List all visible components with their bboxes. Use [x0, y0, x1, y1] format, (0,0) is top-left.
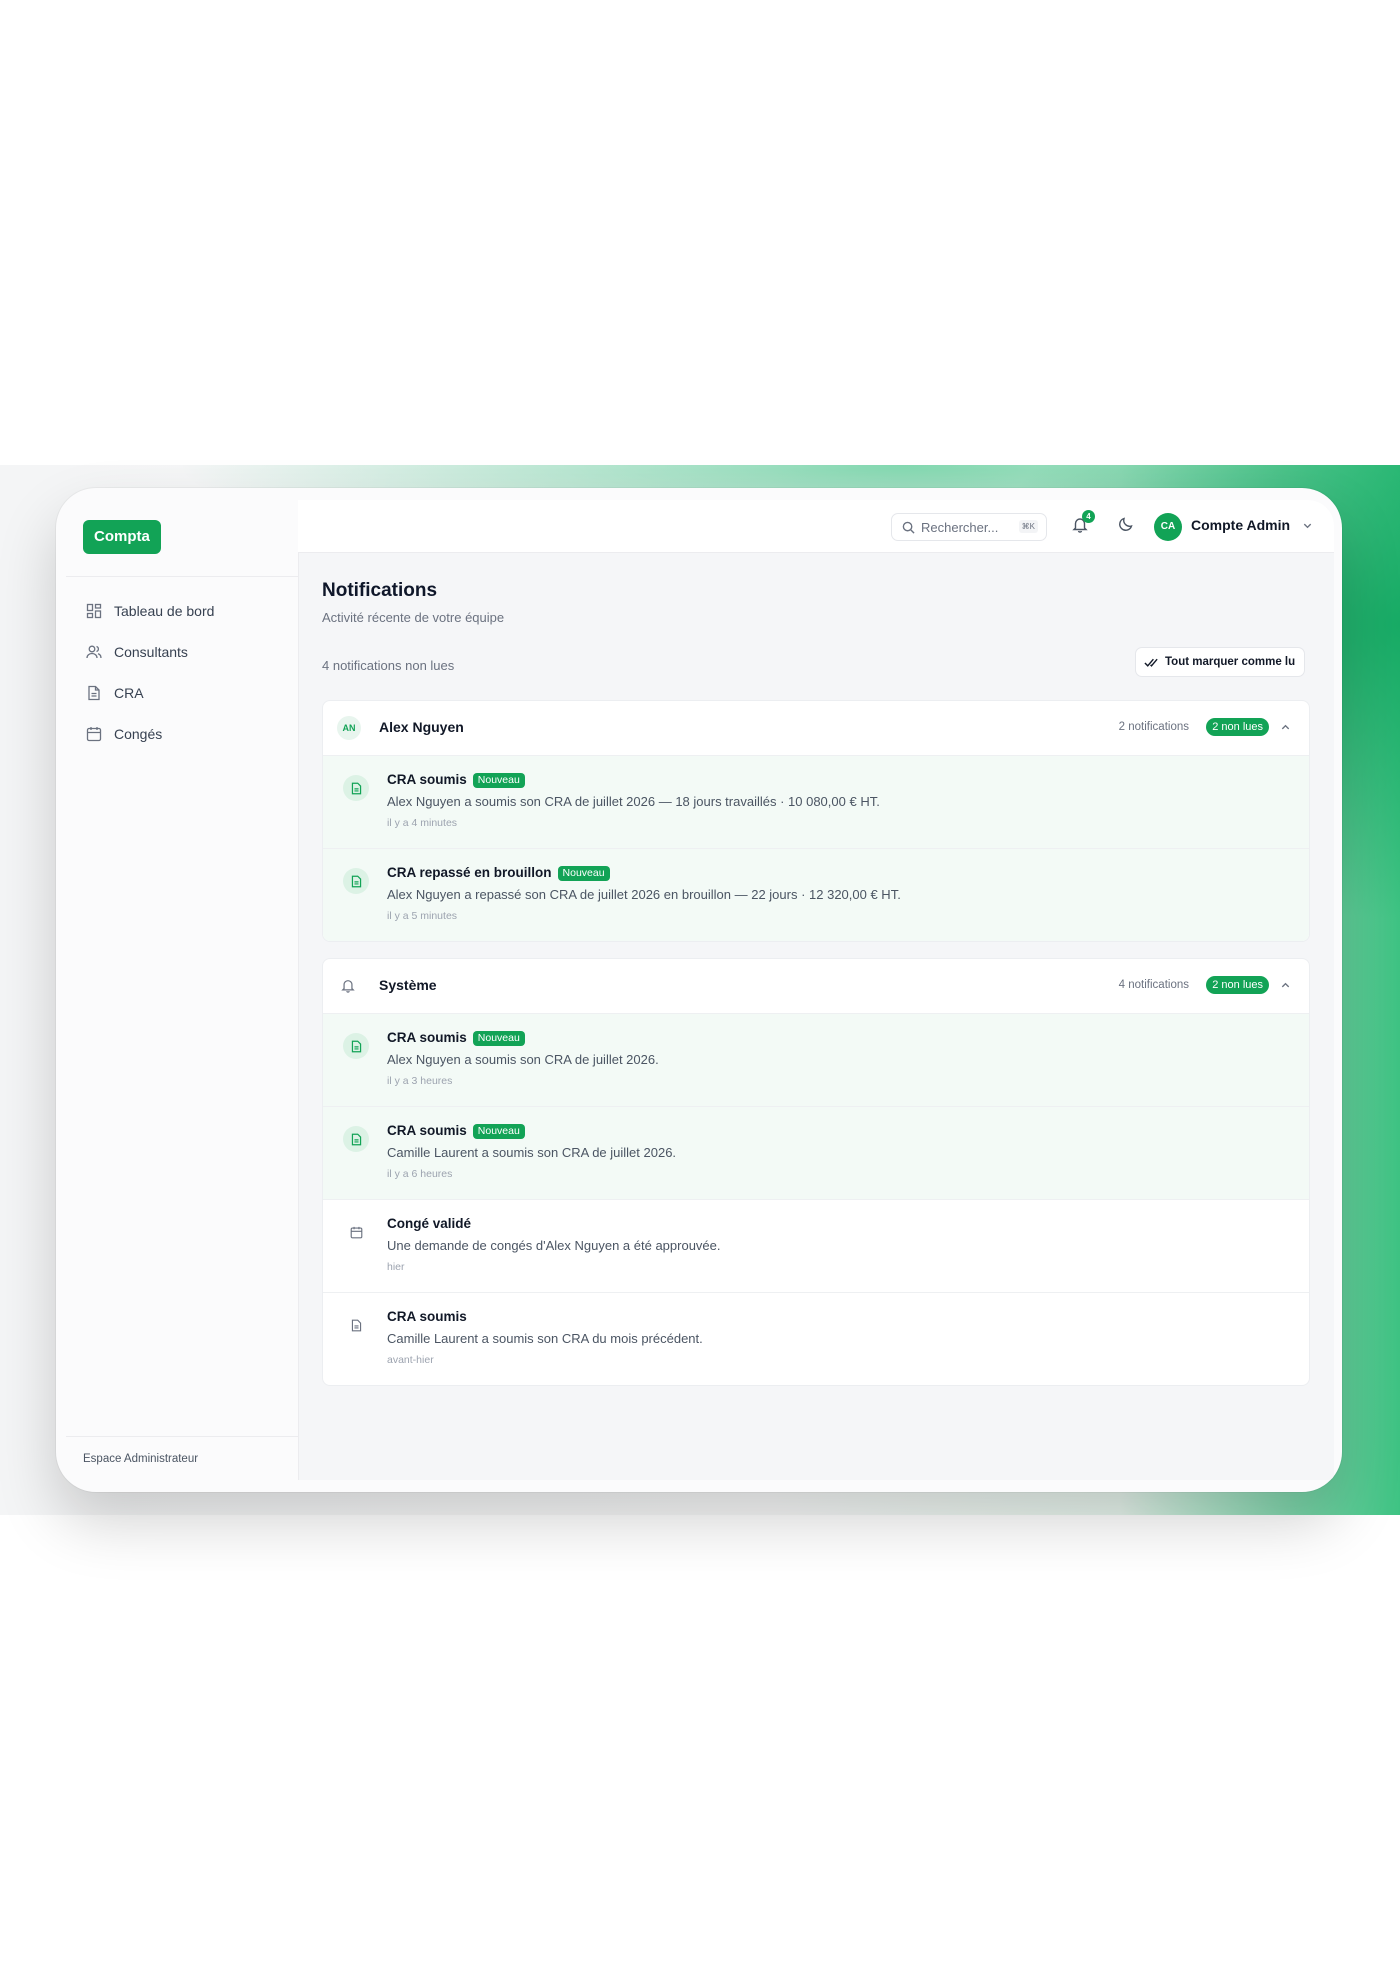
notification-title-row: CRA soumis	[387, 1309, 467, 1324]
moon-icon[interactable]	[1118, 516, 1134, 532]
unread-badge: 2 non lues	[1206, 976, 1269, 994]
file-icon	[86, 685, 102, 701]
account-name[interactable]: Compte Admin	[1191, 517, 1290, 533]
users-icon	[86, 644, 102, 660]
double-check-icon	[1144, 657, 1159, 668]
notification-time: hier	[387, 1261, 405, 1273]
page-title: Notifications	[322, 580, 438, 601]
group-count: 4 notifications	[1118, 979, 1189, 991]
sidebar-nav: Tableau de bord Consultants CRA Congés	[66, 590, 298, 754]
notification-title: CRA soumis	[387, 1309, 467, 1324]
notification-time: il y a 4 minutes	[387, 817, 458, 829]
notification-title-row: CRA soumis Nouveau	[387, 1123, 525, 1139]
chevron-up-icon[interactable]	[1280, 722, 1291, 733]
notification-time: avant-hier	[387, 1354, 434, 1366]
search-shortcut: ⌘K	[1018, 520, 1038, 533]
notification-title: Congé validé	[387, 1216, 472, 1231]
search-placeholder: Rechercher...	[921, 519, 999, 535]
notification-item[interactable]: CRA soumis Nouveau Alex Nguyen a soumis s…	[323, 1014, 1309, 1107]
dashboard-icon	[86, 603, 102, 619]
notification-title-row: CRA soumis Nouveau	[387, 772, 525, 788]
notification-title-row: Congé validé	[387, 1216, 471, 1231]
notification-description: Camille Laurent a soumis son CRA du mois…	[387, 1331, 703, 1346]
search-input[interactable]: Rechercher... ⌘K	[891, 513, 1047, 541]
avatar[interactable]: CA	[1154, 513, 1182, 541]
file-icon	[343, 775, 369, 801]
notification-description: Camille Laurent a soumis son CRA de juil…	[387, 1145, 677, 1160]
notification-item[interactable]: CRA soumis Nouveau Camille Laurent a soum…	[323, 1107, 1309, 1200]
chevron-up-icon[interactable]	[1280, 980, 1291, 991]
bell-icon	[341, 978, 355, 993]
sidebar-item-consultants[interactable]: Consultants	[66, 631, 298, 672]
group-header[interactable]: AN Alex Nguyen 2 notifications 2 non lue…	[323, 701, 1309, 756]
unread-summary: 4 notifications non lues	[322, 658, 455, 673]
notification-group-systeme: Système 4 notifications 2 non lues CRA s…	[322, 958, 1310, 1386]
file-icon	[343, 1033, 369, 1059]
page-subtitle: Activité récente de votre équipe	[322, 610, 505, 625]
group-title: Alex Nguyen	[379, 719, 464, 735]
calendar-icon	[343, 1219, 369, 1245]
new-badge: Nouveau	[472, 773, 525, 788]
notification-item[interactable]: CRA soumis Camille Laurent a soumis son …	[323, 1293, 1309, 1385]
group-count: 2 notifications	[1118, 721, 1189, 733]
notification-title-row: CRA soumis Nouveau	[387, 1030, 525, 1046]
sidebar-item-label: Tableau de bord	[114, 602, 215, 619]
search-icon	[902, 521, 915, 534]
mark-all-label: Tout marquer comme lu	[1165, 656, 1296, 668]
unread-badge: 2 non lues	[1206, 718, 1269, 736]
notification-description: Alex Nguyen a repassé son CRA de juillet…	[387, 887, 901, 902]
notification-item[interactable]: CRA repassé en brouillon Nouveau Alex Ngu…	[323, 849, 1309, 941]
chevron-down-icon[interactable]	[1302, 520, 1313, 531]
notification-title: CRA repassé en brouillon	[387, 865, 552, 880]
notification-count-badge: 4	[1082, 510, 1095, 523]
notification-description: Alex Nguyen a soumis son CRA de juillet …	[387, 1052, 659, 1067]
sidebar: Compta Tableau de bord Consultants CRA C…	[66, 500, 299, 1480]
notification-time: il y a 5 minutes	[387, 910, 458, 922]
notification-description: Alex Nguyen a soumis son CRA de juillet …	[387, 794, 880, 809]
notification-title: CRA soumis	[387, 1123, 467, 1138]
notification-title-row: CRA repassé en brouillon Nouveau	[387, 865, 610, 881]
brand-area: Compta	[66, 500, 298, 577]
sidebar-item-label: Consultants	[114, 643, 188, 660]
file-icon	[343, 1126, 369, 1152]
notification-time: il y a 6 heures	[387, 1168, 453, 1180]
notification-title: CRA soumis	[387, 772, 467, 787]
main-content: Notifications Activité récente de votre …	[298, 552, 1334, 1480]
group-header[interactable]: Système 4 notifications 2 non lues	[323, 959, 1309, 1014]
group-title: Système	[379, 977, 437, 993]
mark-all-read-button[interactable]: Tout marquer comme lu	[1135, 647, 1306, 677]
file-icon	[343, 868, 369, 894]
sidebar-footer: Espace Administrateur	[66, 1436, 298, 1480]
new-badge: Nouveau	[472, 1124, 525, 1139]
group-avatar: AN	[337, 716, 361, 740]
sidebar-item-cra[interactable]: CRA	[66, 672, 298, 713]
new-badge: Nouveau	[472, 1031, 525, 1046]
new-badge: Nouveau	[557, 866, 610, 881]
notification-description: Une demande de congés d'Alex Nguyen a ét…	[387, 1238, 721, 1253]
app-window: Compta Tableau de bord Consultants CRA C…	[66, 500, 1334, 1480]
sidebar-item-label: Congés	[114, 725, 163, 742]
notification-group-alex-nguyen: AN Alex Nguyen 2 notifications 2 non lue…	[322, 700, 1310, 942]
calendar-icon	[86, 726, 102, 742]
notification-item[interactable]: CRA soumis Nouveau Alex Nguyen a soumis s…	[323, 756, 1309, 849]
brand-logo[interactable]: Compta	[83, 520, 161, 554]
notification-time: il y a 3 heures	[387, 1075, 453, 1087]
sidebar-item-conges[interactable]: Congés	[66, 713, 298, 754]
sidebar-item-dashboard[interactable]: Tableau de bord	[66, 590, 298, 631]
file-icon	[343, 1312, 369, 1338]
topbar: Rechercher... ⌘K 4 CA Compte Admin	[298, 500, 1334, 553]
notification-title: CRA soumis	[387, 1030, 467, 1045]
notification-item[interactable]: Congé validé Une demande de congés d'Ale…	[323, 1200, 1309, 1293]
sidebar-item-label: CRA	[114, 684, 144, 701]
